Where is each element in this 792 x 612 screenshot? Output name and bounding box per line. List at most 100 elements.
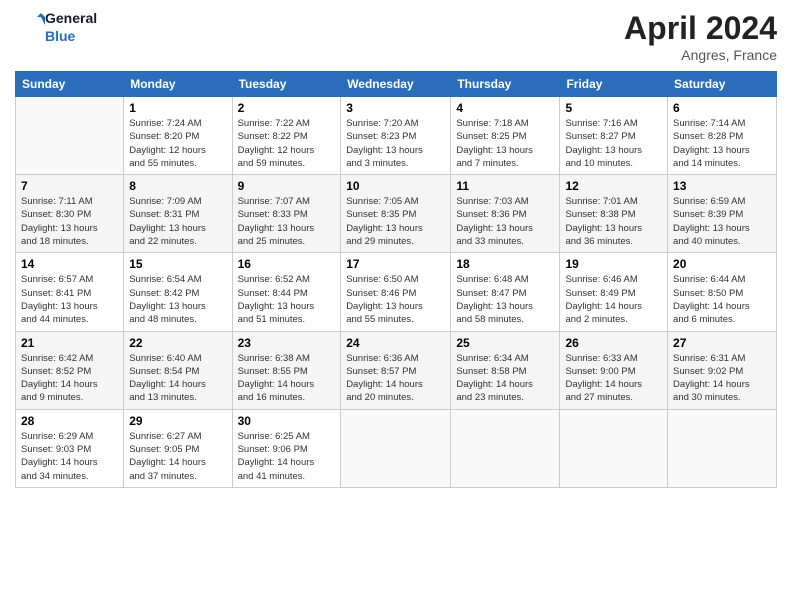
day-number: 4 bbox=[456, 101, 554, 115]
cell-3-0: 21 Sunrise: 6:42 AM Sunset: 8:52 PM Dayli… bbox=[16, 331, 124, 409]
day-number: 10 bbox=[346, 179, 445, 193]
day-info: Sunrise: 7:24 AM Sunset: 8:20 PM Dayligh… bbox=[129, 117, 226, 170]
day-number: 7 bbox=[21, 179, 118, 193]
day-info: Sunrise: 6:31 AM Sunset: 9:02 PM Dayligh… bbox=[673, 352, 771, 405]
week-row-4: 28 Sunrise: 6:29 AM Sunset: 9:03 PM Dayli… bbox=[16, 409, 777, 487]
day-number: 16 bbox=[238, 257, 336, 271]
col-tuesday: Tuesday bbox=[232, 72, 341, 97]
week-row-0: 1 Sunrise: 7:24 AM Sunset: 8:20 PM Daylig… bbox=[16, 97, 777, 175]
day-info: Sunrise: 7:07 AM Sunset: 8:33 PM Dayligh… bbox=[238, 195, 336, 248]
logo-svg bbox=[15, 13, 45, 43]
day-number: 18 bbox=[456, 257, 554, 271]
day-info: Sunrise: 6:40 AM Sunset: 8:54 PM Dayligh… bbox=[129, 352, 226, 405]
cell-0-4: 4Sunrise: 7:18 AM Sunset: 8:25 PM Daylig… bbox=[451, 97, 560, 175]
day-number: 25 bbox=[456, 336, 554, 350]
day-number: 2 bbox=[238, 101, 336, 115]
day-number: 11 bbox=[456, 179, 554, 193]
col-monday: Monday bbox=[124, 72, 232, 97]
day-info: Sunrise: 6:59 AM Sunset: 8:39 PM Dayligh… bbox=[673, 195, 771, 248]
col-saturday: Saturday bbox=[668, 72, 777, 97]
day-info: Sunrise: 6:29 AM Sunset: 9:03 PM Dayligh… bbox=[21, 430, 118, 483]
day-number: 17 bbox=[346, 257, 445, 271]
day-info: Sunrise: 7:11 AM Sunset: 8:30 PM Dayligh… bbox=[21, 195, 118, 248]
cell-4-4 bbox=[451, 409, 560, 487]
day-info: Sunrise: 6:42 AM Sunset: 8:52 PM Dayligh… bbox=[21, 352, 118, 405]
cell-0-6: 6 Sunrise: 7:14 AM Sunset: 8:28 PM Daylig… bbox=[668, 97, 777, 175]
cell-4-6 bbox=[668, 409, 777, 487]
cell-4-2: 30Sunrise: 6:25 AM Sunset: 9:06 PM Dayli… bbox=[232, 409, 341, 487]
col-friday: Friday bbox=[560, 72, 668, 97]
day-number: 6 bbox=[673, 101, 771, 115]
day-info: Sunrise: 7:01 AM Sunset: 8:38 PM Dayligh… bbox=[565, 195, 662, 248]
header: General Blue April 2024 Angres, France bbox=[15, 10, 777, 63]
day-number: 15 bbox=[129, 257, 226, 271]
cell-2-6: 20 Sunrise: 6:44 AM Sunset: 8:50 PM Dayli… bbox=[668, 253, 777, 331]
cell-3-6: 27 Sunrise: 6:31 AM Sunset: 9:02 PM Dayli… bbox=[668, 331, 777, 409]
cell-2-0: 14 Sunrise: 6:57 AM Sunset: 8:41 PM Dayli… bbox=[16, 253, 124, 331]
cell-3-1: 22 Sunrise: 6:40 AM Sunset: 8:54 PM Dayli… bbox=[124, 331, 232, 409]
logo: General Blue bbox=[15, 10, 97, 45]
day-number: 1 bbox=[129, 101, 226, 115]
day-number: 20 bbox=[673, 257, 771, 271]
cell-1-6: 13Sunrise: 6:59 AM Sunset: 8:39 PM Dayli… bbox=[668, 175, 777, 253]
cell-1-2: 9 Sunrise: 7:07 AM Sunset: 8:33 PM Daylig… bbox=[232, 175, 341, 253]
day-number: 23 bbox=[238, 336, 336, 350]
day-info: Sunrise: 7:09 AM Sunset: 8:31 PM Dayligh… bbox=[129, 195, 226, 248]
cell-2-4: 18Sunrise: 6:48 AM Sunset: 8:47 PM Dayli… bbox=[451, 253, 560, 331]
cell-4-0: 28 Sunrise: 6:29 AM Sunset: 9:03 PM Dayli… bbox=[16, 409, 124, 487]
day-info: Sunrise: 6:33 AM Sunset: 9:00 PM Dayligh… bbox=[565, 352, 662, 405]
day-info: Sunrise: 6:27 AM Sunset: 9:05 PM Dayligh… bbox=[129, 430, 226, 483]
week-row-2: 14 Sunrise: 6:57 AM Sunset: 8:41 PM Dayli… bbox=[16, 253, 777, 331]
cell-2-2: 16 Sunrise: 6:52 AM Sunset: 8:44 PM Dayli… bbox=[232, 253, 341, 331]
calendar-body: 1 Sunrise: 7:24 AM Sunset: 8:20 PM Daylig… bbox=[16, 97, 777, 488]
cell-3-2: 23Sunrise: 6:38 AM Sunset: 8:55 PM Dayli… bbox=[232, 331, 341, 409]
cell-0-1: 1 Sunrise: 7:24 AM Sunset: 8:20 PM Daylig… bbox=[124, 97, 232, 175]
day-number: 26 bbox=[565, 336, 662, 350]
day-number: 5 bbox=[565, 101, 662, 115]
day-number: 27 bbox=[673, 336, 771, 350]
cell-1-3: 10 Sunrise: 7:05 AM Sunset: 8:35 PM Dayli… bbox=[341, 175, 451, 253]
col-sunday: Sunday bbox=[16, 72, 124, 97]
cell-3-4: 25 Sunrise: 6:34 AM Sunset: 8:58 PM Dayli… bbox=[451, 331, 560, 409]
day-info: Sunrise: 6:34 AM Sunset: 8:58 PM Dayligh… bbox=[456, 352, 554, 405]
cell-1-0: 7 Sunrise: 7:11 AM Sunset: 8:30 PM Daylig… bbox=[16, 175, 124, 253]
cell-3-3: 24 Sunrise: 6:36 AM Sunset: 8:57 PM Dayli… bbox=[341, 331, 451, 409]
col-thursday: Thursday bbox=[451, 72, 560, 97]
day-info: Sunrise: 6:54 AM Sunset: 8:42 PM Dayligh… bbox=[129, 273, 226, 326]
cell-2-1: 15 Sunrise: 6:54 AM Sunset: 8:42 PM Dayli… bbox=[124, 253, 232, 331]
cell-0-5: 5Sunrise: 7:16 AM Sunset: 8:27 PM Daylig… bbox=[560, 97, 668, 175]
col-wednesday: Wednesday bbox=[341, 72, 451, 97]
calendar-table: Sunday Monday Tuesday Wednesday Thursday… bbox=[15, 71, 777, 488]
header-row: Sunday Monday Tuesday Wednesday Thursday… bbox=[16, 72, 777, 97]
day-number: 22 bbox=[129, 336, 226, 350]
day-number: 12 bbox=[565, 179, 662, 193]
cell-2-3: 17Sunrise: 6:50 AM Sunset: 8:46 PM Dayli… bbox=[341, 253, 451, 331]
day-number: 3 bbox=[346, 101, 445, 115]
day-info: Sunrise: 7:05 AM Sunset: 8:35 PM Dayligh… bbox=[346, 195, 445, 248]
day-number: 21 bbox=[21, 336, 118, 350]
week-row-1: 7 Sunrise: 7:11 AM Sunset: 8:30 PM Daylig… bbox=[16, 175, 777, 253]
cell-1-4: 11Sunrise: 7:03 AM Sunset: 8:36 PM Dayli… bbox=[451, 175, 560, 253]
week-row-3: 21 Sunrise: 6:42 AM Sunset: 8:52 PM Dayli… bbox=[16, 331, 777, 409]
day-number: 28 bbox=[21, 414, 118, 428]
day-number: 9 bbox=[238, 179, 336, 193]
day-number: 24 bbox=[346, 336, 445, 350]
cell-0-3: 3Sunrise: 7:20 AM Sunset: 8:23 PM Daylig… bbox=[341, 97, 451, 175]
cell-2-5: 19Sunrise: 6:46 AM Sunset: 8:49 PM Dayli… bbox=[560, 253, 668, 331]
cell-4-1: 29 Sunrise: 6:27 AM Sunset: 9:05 PM Dayli… bbox=[124, 409, 232, 487]
day-number: 29 bbox=[129, 414, 226, 428]
day-info: Sunrise: 6:57 AM Sunset: 8:41 PM Dayligh… bbox=[21, 273, 118, 326]
cell-1-1: 8 Sunrise: 7:09 AM Sunset: 8:31 PM Daylig… bbox=[124, 175, 232, 253]
page: General Blue April 2024 Angres, France S… bbox=[0, 0, 792, 612]
day-number: 19 bbox=[565, 257, 662, 271]
day-info: Sunrise: 7:14 AM Sunset: 8:28 PM Dayligh… bbox=[673, 117, 771, 170]
title-area: April 2024 Angres, France bbox=[624, 10, 777, 63]
day-number: 8 bbox=[129, 179, 226, 193]
day-info: Sunrise: 6:52 AM Sunset: 8:44 PM Dayligh… bbox=[238, 273, 336, 326]
day-info: Sunrise: 6:25 AM Sunset: 9:06 PM Dayligh… bbox=[238, 430, 336, 483]
day-number: 14 bbox=[21, 257, 118, 271]
day-info: Sunrise: 6:44 AM Sunset: 8:50 PM Dayligh… bbox=[673, 273, 771, 326]
day-info: Sunrise: 6:36 AM Sunset: 8:57 PM Dayligh… bbox=[346, 352, 445, 405]
location: Angres, France bbox=[624, 47, 777, 63]
cell-0-2: 2Sunrise: 7:22 AM Sunset: 8:22 PM Daylig… bbox=[232, 97, 341, 175]
